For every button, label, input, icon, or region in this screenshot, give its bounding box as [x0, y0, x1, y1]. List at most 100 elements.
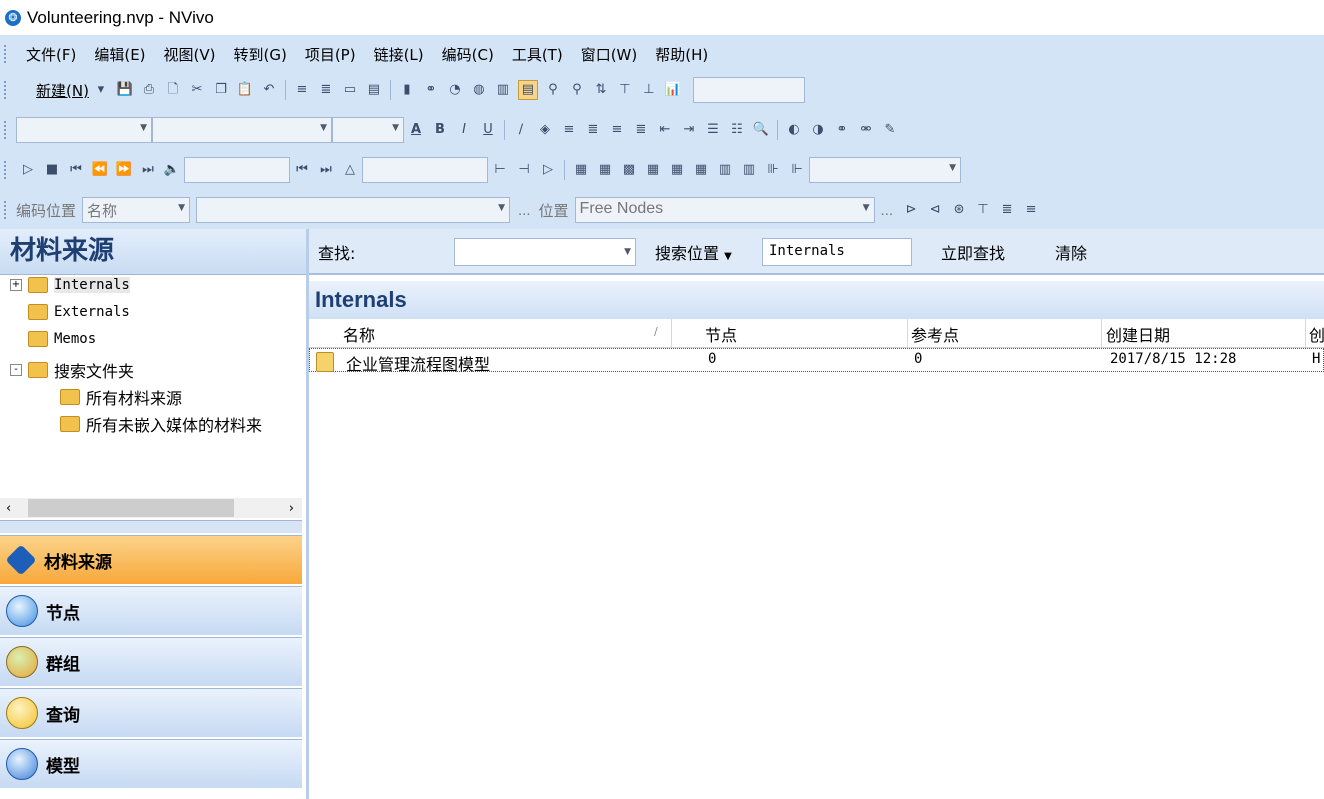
column-divider[interactable] [907, 319, 908, 347]
undo-icon[interactable]: ↶ [260, 81, 278, 99]
table-icon[interactable]: ▦ [596, 161, 614, 179]
nav-models[interactable]: 模型 [0, 739, 302, 788]
browse-location-button[interactable]: ... [881, 202, 894, 219]
bold-icon[interactable]: B [431, 121, 449, 139]
col-left-icon[interactable]: ⊩ [788, 161, 806, 179]
insert-col-icon[interactable]: ▥ [716, 161, 734, 179]
paste-icon[interactable]: 📋 [236, 81, 254, 99]
align-left-icon[interactable]: ≡ [560, 121, 578, 139]
dropdown-arrow-icon[interactable]: ▾ [92, 81, 110, 99]
table-select[interactable]: ▼ [809, 157, 961, 183]
underline-icon[interactable]: U [479, 121, 497, 139]
column-divider[interactable] [1305, 319, 1306, 347]
cut-icon[interactable]: ✂ [188, 81, 206, 99]
insert-row-icon[interactable]: ▦ [668, 161, 686, 179]
play-mode-icon[interactable]: ▷ [539, 161, 557, 179]
copy-icon[interactable]: ❐ [212, 81, 230, 99]
annotation-icon[interactable]: ◑ [809, 121, 827, 139]
rewind-icon[interactable]: ⏪ [91, 161, 109, 179]
menu-tools[interactable]: 工具(T) [512, 44, 563, 65]
column-created-by[interactable]: 创 [1309, 322, 1324, 346]
scroll-left-icon[interactable]: ‹ [6, 501, 11, 516]
toolbar-grip[interactable] [4, 45, 8, 63]
save-icon[interactable]: 💾 [116, 81, 134, 99]
tree-item-all-sources[interactable]: 所有材料来源 [60, 385, 182, 409]
menu-window[interactable]: 窗口(W) [581, 44, 638, 65]
indent-icon[interactable]: ⇥ [680, 121, 698, 139]
scroll-thumb[interactable] [28, 499, 234, 517]
menu-help[interactable]: 帮助(H) [655, 44, 708, 65]
globe-icon[interactable]: ◍ [470, 81, 488, 99]
mark-end-icon[interactable]: ⏭ [317, 161, 335, 179]
menu-project[interactable]: 项目(P) [305, 44, 356, 65]
menu-view[interactable]: 视图(V) [164, 44, 216, 65]
table-icon[interactable]: ▩ [620, 161, 638, 179]
mark-start-icon[interactable]: ⏮ [293, 161, 311, 179]
expand-icon[interactable]: + [10, 279, 22, 291]
numbering-icon[interactable]: ☷ [728, 121, 746, 139]
bullets-icon[interactable]: ☰ [704, 121, 722, 139]
forward-icon[interactable]: ⏩ [115, 161, 133, 179]
stop-icon[interactable]: ■ [43, 161, 61, 179]
align-icon[interactable]: ≡ [293, 81, 311, 99]
highlight-icon[interactable]: ⊤ [974, 201, 992, 219]
nav-queries[interactable]: 查询 [0, 688, 302, 737]
new-button[interactable]: 新建(N) [36, 80, 89, 101]
align-center-icon[interactable]: ≣ [584, 121, 602, 139]
find-input[interactable]: ▼ [454, 238, 636, 266]
column-created[interactable]: 创建日期 [1106, 322, 1170, 346]
link-icon[interactable]: ⚭ [422, 81, 440, 99]
browse-button[interactable]: ... [518, 202, 531, 219]
code-in-vivo-icon[interactable]: ⊛ [950, 201, 968, 219]
location-select[interactable]: Free Nodes ▼ [574, 197, 875, 223]
tree-item-externals[interactable]: Externals [28, 304, 130, 320]
toolbar-grip[interactable] [4, 81, 8, 99]
filter-icon[interactable]: ⊤ [616, 81, 634, 99]
memo-icon[interactable]: ✎ [881, 121, 899, 139]
speed-slider[interactable] [362, 157, 488, 183]
stripes-icon[interactable]: ≣ [998, 201, 1016, 219]
menu-edit[interactable]: 编辑(E) [94, 44, 145, 65]
skip-end-icon[interactable]: ⏭ [139, 161, 157, 179]
bar-chart-icon[interactable]: 📊 [664, 81, 682, 99]
link-icon[interactable]: ⚭ [833, 121, 851, 139]
collapse-icon[interactable]: - [10, 364, 22, 376]
find-icon[interactable]: 🔍 [752, 121, 770, 139]
node-icon[interactable]: ◔ [446, 81, 464, 99]
column-divider[interactable] [671, 319, 672, 347]
table-row[interactable]: 企业管理流程图模型 0 0 2017/8/15 12:28 H [309, 348, 1324, 374]
column-references[interactable]: 参考点 [911, 322, 959, 346]
link-icon[interactable]: ⚮ [857, 121, 875, 139]
justify-icon[interactable]: ≣ [632, 121, 650, 139]
name-select[interactable]: 名称 ▼ [82, 197, 191, 223]
menu-links[interactable]: 链接(L) [374, 44, 424, 65]
col-right-icon[interactable]: ⊪ [764, 161, 782, 179]
nav-sets[interactable]: 群组 [0, 637, 302, 686]
search-in-button[interactable]: 搜索位置 ▼ [655, 240, 732, 264]
tree-item-memos[interactable]: Memos [28, 331, 96, 347]
menu-goto[interactable]: 转到(G) [234, 44, 287, 65]
find-now-button[interactable]: 立即查找 [941, 240, 1005, 264]
position-slider[interactable] [184, 157, 290, 183]
sort-icon[interactable]: ⇅ [592, 81, 610, 99]
zoom-out-icon[interactable]: ⚲ [568, 81, 586, 99]
tree-item-internals[interactable]: + Internals [10, 277, 130, 293]
uncode-icon[interactable]: ⊲ [926, 201, 944, 219]
toolbar-grip[interactable] [4, 121, 8, 139]
search-in-field[interactable]: Internals [762, 238, 912, 266]
horizontal-scrollbar[interactable]: ‹ › [0, 498, 302, 518]
font-select[interactable]: ▼ [152, 117, 332, 143]
end-select-icon[interactable]: ⊣ [515, 161, 533, 179]
start-select-icon[interactable]: ⊢ [491, 161, 509, 179]
play-icon[interactable]: ▷ [19, 161, 37, 179]
column-nodes[interactable]: 节点 [705, 322, 737, 346]
italic-icon[interactable]: I [455, 121, 473, 139]
zoom-in-icon[interactable]: ⚲ [544, 81, 562, 99]
grid-icon[interactable]: ▦ [644, 161, 662, 179]
node-path-select[interactable]: ▼ [196, 197, 511, 223]
stamp-icon[interactable]: ⊥ [640, 81, 658, 99]
code-icon[interactable]: ⊳ [902, 201, 920, 219]
stripes-icon[interactable]: ≡ [1022, 201, 1040, 219]
pane-splitter[interactable] [0, 520, 302, 533]
font-color-icon[interactable]: A [407, 121, 425, 139]
